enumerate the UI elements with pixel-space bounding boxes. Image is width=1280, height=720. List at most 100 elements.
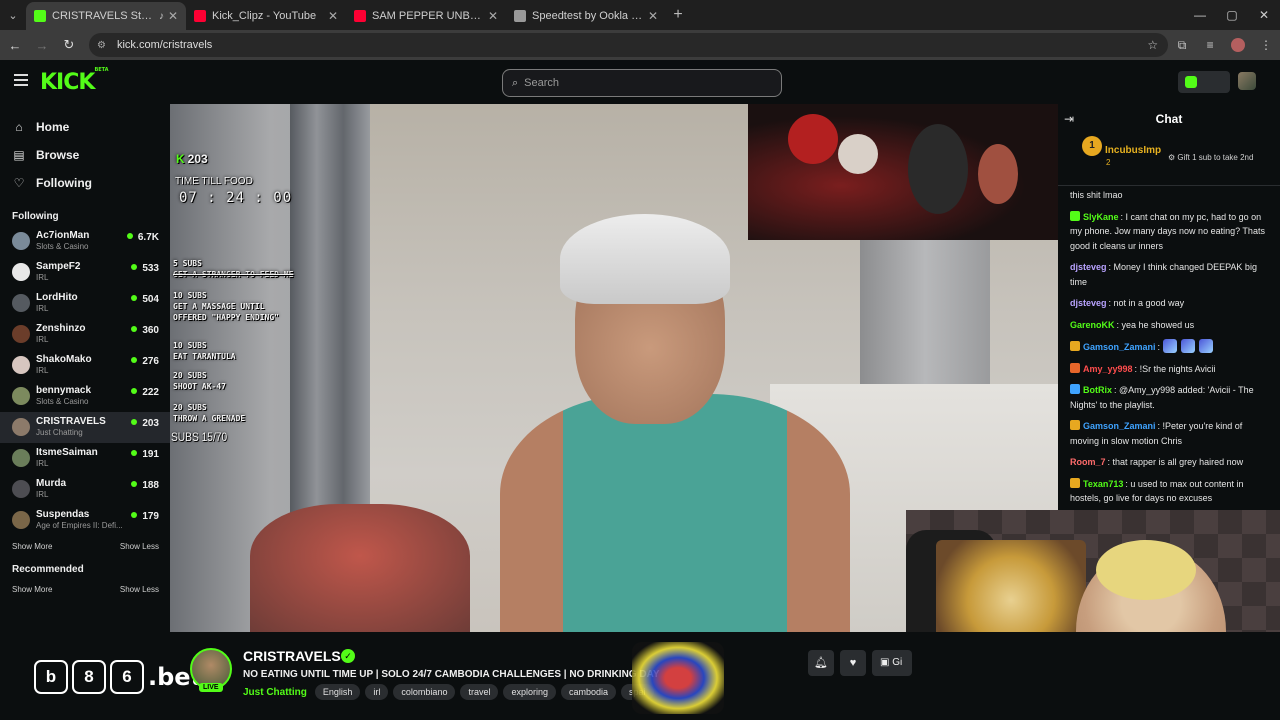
sidebar-nav-following[interactable]: ♡ Following — [0, 169, 170, 197]
chat-username[interactable]: BotRix — [1083, 385, 1112, 395]
stream-tag[interactable]: English — [314, 684, 361, 700]
media-control-icon[interactable]: ≡ — [1196, 38, 1224, 52]
rank-medal-icon: 1 — [1082, 136, 1102, 156]
chat-username[interactable]: Amy_yy998 — [1083, 364, 1133, 374]
overlay-time-label: TIME TILL FOOD — [175, 176, 253, 187]
new-tab-button[interactable]: + — [666, 6, 690, 24]
goal-task: GET A MASSAGE UNTIL OFFERED "HAPPY ENDIN… — [173, 302, 279, 322]
maximize-icon[interactable]: ▢ — [1216, 0, 1248, 30]
user-avatar[interactable] — [1238, 72, 1256, 90]
sidebar-nav-label: Home — [36, 120, 70, 134]
following-channel[interactable]: CRISTRAVELS Just Chatting 203 — [0, 412, 170, 443]
left-sidebar: ⌂ Home ▤ Browse ♡ Following Following Ac7ionM… — [0, 104, 170, 632]
user-status-toggle[interactable] — [1178, 71, 1230, 93]
following-more-row: Show More Show Less — [0, 536, 170, 556]
tab-close-icon[interactable]: ✕ — [328, 9, 338, 23]
sponsor-logo-part: b — [34, 660, 68, 694]
gift-subs-button[interactable]: ▣ Gi — [872, 650, 912, 676]
address-bar[interactable]: ⚙ kick.com/cristravels ☆ — [88, 33, 1169, 57]
channel-category: IRL — [36, 335, 49, 344]
back-icon[interactable]: ← — [3, 38, 27, 53]
following-channel[interactable]: bennymack Slots & Casino 222 — [0, 381, 170, 412]
follow-heart-icon[interactable]: ♥ — [840, 650, 866, 676]
channel-category: Slots & Casino — [36, 242, 89, 251]
following-channel[interactable]: Murda IRL 188 — [0, 474, 170, 505]
tab-favicon-icon — [34, 10, 46, 22]
recommended-show-more-button[interactable]: Show More — [12, 585, 52, 594]
search-input[interactable]: ⌕ Search — [502, 69, 782, 97]
chat-username[interactable]: GarenoKK — [1070, 320, 1115, 330]
minimize-icon[interactable]: — — [1184, 0, 1216, 30]
forward-icon[interactable]: → — [30, 38, 54, 53]
reload-icon[interactable]: ↻ — [57, 37, 81, 53]
chat-username[interactable]: Room_7 — [1070, 457, 1106, 467]
extensions-icon[interactable]: ⧉ — [1168, 38, 1196, 53]
gift-leaderboard[interactable]: 1 IncubusImp 2 ⚙ Gift 1 sub to take 2nd — [1058, 134, 1280, 186]
bookmark-star-icon[interactable]: ☆ — [1147, 38, 1158, 52]
tab-audio-icon[interactable]: ♪ — [159, 11, 164, 22]
chat-badge-icon — [1070, 362, 1080, 373]
tab-close-icon[interactable]: ✕ — [648, 9, 658, 23]
browser-tab[interactable]: SAM PEPPER UNBANNED + ST ✕ — [346, 2, 506, 30]
stream-tag[interactable]: irl — [365, 684, 389, 700]
stream-tag[interactable]: travel — [460, 684, 499, 700]
sponsor-logo[interactable]: b 8 6 .bet — [34, 659, 202, 695]
stream-tag[interactable]: cambodia — [561, 684, 617, 700]
chat-username[interactable]: SlyKane — [1083, 212, 1119, 222]
chat-username[interactable]: Gamson_Zamani — [1083, 342, 1156, 352]
tab-close-icon[interactable]: ✕ — [168, 9, 178, 23]
browser-tab-bar: ⌄ CRISTRAVELS Stream - Watc♪✕Kick_Clipz … — [0, 0, 1280, 30]
kick-k-icon — [1185, 76, 1197, 88]
tab-search-chevron-icon[interactable]: ⌄ — [0, 0, 26, 30]
recommended-show-less-button[interactable]: Show Less — [120, 585, 159, 594]
following-channel[interactable]: Ac7ionMan Slots & Casino 6.7K — [0, 226, 170, 257]
overlay-goal: 10 SUBS EAT TARANTULA — [173, 340, 236, 362]
notification-bell-icon[interactable]: 🔔︎ — [808, 650, 834, 676]
chat-username[interactable]: Gamson_Zamani — [1083, 421, 1156, 431]
chat-username[interactable]: djsteveg — [1070, 262, 1107, 272]
kick-logo[interactable]: KICKBETA — [40, 67, 109, 95]
overlay-viewer-value: 203 — [187, 152, 208, 166]
browser-tab[interactable]: CRISTRAVELS Stream - Watc ♪ ✕ — [26, 2, 186, 30]
browser-tab[interactable]: Speedtest by Ookla - The Glob ✕ — [506, 2, 666, 30]
search-icon: ⌕ — [512, 76, 519, 89]
following-channel[interactable]: ShakoMako IRL 276 — [0, 350, 170, 381]
close-window-icon[interactable]: ✕ — [1248, 0, 1280, 30]
chat-username[interactable]: djsteveg — [1070, 298, 1107, 308]
following-channel[interactable]: ItsmeSaiman IRL 191 — [0, 443, 170, 474]
site-info-icon[interactable]: ⚙ — [97, 40, 111, 51]
goal-subs: 5 SUBS — [173, 259, 202, 268]
stream-category-link[interactable]: Just Chatting — [243, 687, 307, 698]
show-less-button[interactable]: Show Less — [120, 542, 159, 551]
chat-text: that rapper is all grey haired now — [1112, 457, 1244, 467]
following-channel[interactable]: SampeF2 IRL 533 — [0, 257, 170, 288]
chat-badge-icon — [1070, 384, 1080, 394]
sidebar-nav-home[interactable]: ⌂ Home — [0, 113, 170, 141]
recommended-more-row: Show More Show Less — [0, 579, 170, 599]
profile-avatar[interactable] — [1231, 38, 1246, 52]
leaderboard-gift-text: ⚙ Gift 1 sub to take 2nd — [1168, 153, 1254, 162]
kick-header: KICKBETA ⌕ Search — [0, 60, 1280, 104]
following-channel[interactable]: Zenshinzo IRL 360 — [0, 319, 170, 350]
chat-username[interactable]: Texan713 — [1083, 479, 1123, 489]
stream-tag[interactable]: exploring — [503, 684, 556, 700]
browse-icon: ▤ — [13, 148, 25, 162]
following-channel[interactable]: Suspendas Age of Empires II: Defi... 179 — [0, 505, 170, 536]
browser-menu-icon[interactable]: ⋮ — [1252, 38, 1280, 52]
chat-message: Room_7: that rapper is all grey haired n… — [1070, 455, 1272, 470]
hamburger-menu-icon[interactable] — [14, 74, 28, 86]
chat-message: this shit lmao — [1070, 188, 1272, 203]
tab-close-icon[interactable]: ✕ — [488, 9, 498, 23]
overlay-timer: 07 : 24 : 00 — [179, 190, 293, 206]
stream-tag[interactable]: colombiano — [393, 684, 456, 700]
show-more-button[interactable]: Show More — [12, 542, 52, 551]
channel-category: IRL — [36, 490, 49, 499]
channel-category: Slots & Casino — [36, 397, 89, 406]
home-icon: ⌂ — [15, 120, 23, 134]
sidebar-nav-browse[interactable]: ▤ Browse — [0, 141, 170, 169]
goal-subs: 20 SUBS — [173, 371, 207, 380]
channel-category: IRL — [36, 273, 49, 282]
following-channel[interactable]: LordHito IRL 504 — [0, 288, 170, 319]
channel-name[interactable]: CRISTRAVELS — [243, 648, 341, 664]
browser-tab[interactable]: Kick_Clipz - YouTube ✕ — [186, 2, 346, 30]
